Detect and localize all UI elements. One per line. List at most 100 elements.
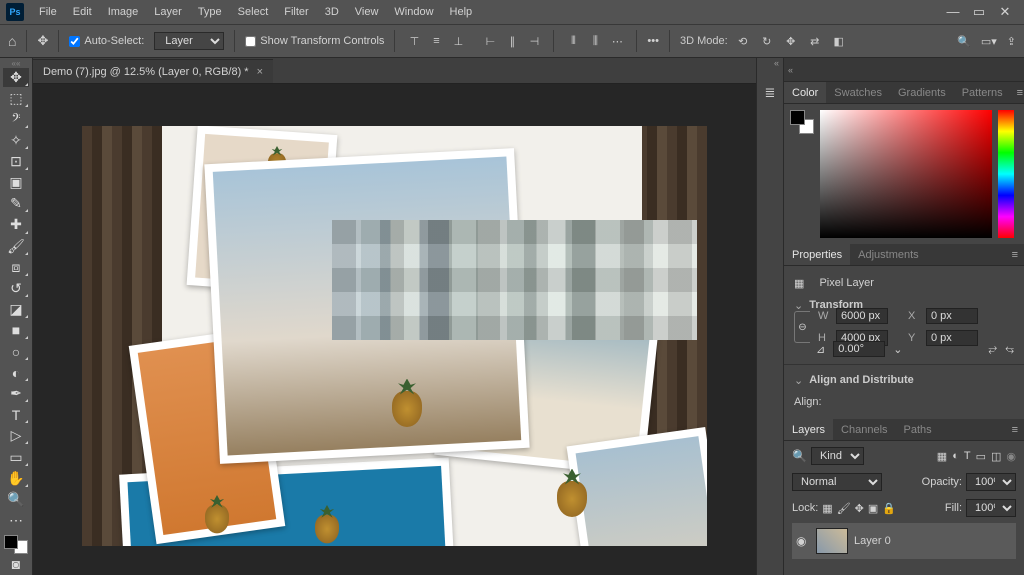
chevron-down-icon[interactable]: ⌄ <box>794 374 803 387</box>
stamp-tool[interactable]: ⧈ <box>3 258 29 277</box>
healing-tool[interactable]: ✚ <box>3 215 29 234</box>
lock-artboard-icon[interactable]: ▣ <box>868 502 878 515</box>
align-left-icon[interactable]: ⊢ <box>481 32 499 50</box>
workspace-icon[interactable]: ▭▾ <box>981 35 997 48</box>
canvas-area[interactable] <box>33 84 756 575</box>
align-top-icon[interactable]: ⊤ <box>405 32 423 50</box>
y-input[interactable] <box>926 330 978 346</box>
maximize-icon[interactable]: ▭ <box>972 4 986 20</box>
panel-menu-icon[interactable]: ≡ <box>1011 87 1024 99</box>
angle-dropdown-icon[interactable]: ⌄ <box>893 343 902 356</box>
align-vmid-icon[interactable]: ≡ <box>427 32 445 50</box>
shape-tool[interactable]: ▭ <box>3 447 29 466</box>
edit-toolbar-icon[interactable]: ⋯ <box>3 511 29 530</box>
search-icon[interactable]: 🔍 <box>957 35 971 48</box>
frame-tool[interactable]: ▣ <box>3 173 29 192</box>
tab-channels[interactable]: Channels <box>833 419 895 440</box>
auto-select-target[interactable]: Layer <box>154 32 224 50</box>
opacity-input[interactable]: 100% <box>966 473 1016 491</box>
menu-select[interactable]: Select <box>231 4 276 20</box>
dodge-tool[interactable]: ◐ <box>3 363 29 382</box>
collapse-icon[interactable]: « <box>757 58 783 76</box>
show-transform-checkbox[interactable] <box>245 36 256 47</box>
angle-input[interactable] <box>833 341 885 357</box>
menu-image[interactable]: Image <box>101 4 146 20</box>
panel-menu-icon[interactable]: ≡ <box>1006 424 1024 436</box>
blend-mode-select[interactable]: Normal <box>792 473 882 491</box>
zoom-tool[interactable]: 🔍 <box>3 490 29 509</box>
filter-pixel-icon[interactable]: ▦ <box>937 450 947 463</box>
path-select-tool[interactable]: ▷ <box>3 426 29 445</box>
visibility-icon[interactable]: ◉ <box>796 534 810 548</box>
menu-window[interactable]: Window <box>387 4 440 20</box>
align-right-icon[interactable]: ⊣ <box>525 32 543 50</box>
tab-paths[interactable]: Paths <box>896 419 940 440</box>
dist-top-icon[interactable]: ⫴ <box>564 32 582 50</box>
home-icon[interactable]: ⌂ <box>8 33 16 49</box>
document-tab[interactable]: Demo (7).jpg @ 12.5% (Layer 0, RGB/8) * … <box>33 59 273 83</box>
filter-adjust-icon[interactable]: ◐ <box>952 450 959 463</box>
tab-layers[interactable]: Layers <box>784 419 833 440</box>
menu-file[interactable]: File <box>32 4 64 20</box>
history-brush-tool[interactable]: ↺ <box>3 279 29 298</box>
align-bottom-icon[interactable]: ⊥ <box>449 32 467 50</box>
fill-input[interactable]: 100% <box>966 499 1016 517</box>
menu-edit[interactable]: Edit <box>66 4 99 20</box>
menu-view[interactable]: View <box>348 4 386 20</box>
layer-filter-select[interactable]: Kind <box>811 447 864 465</box>
brush-tool[interactable]: 🖌 <box>3 237 29 256</box>
flip-v-icon[interactable]: ⥃ <box>1005 343 1014 356</box>
menu-type[interactable]: Type <box>191 4 229 20</box>
lock-all-icon[interactable]: 🔒 <box>882 502 896 515</box>
tab-gradients[interactable]: Gradients <box>890 82 954 103</box>
panel-collapse-icon[interactable]: « <box>784 65 797 75</box>
lock-pos-icon[interactable]: ✥ <box>855 502 864 515</box>
marquee-tool[interactable]: ⬚ <box>3 89 29 108</box>
lock-pixels-icon[interactable]: ▦ <box>822 502 832 515</box>
search-icon[interactable]: 🔍 <box>792 449 807 463</box>
tab-color[interactable]: Color <box>784 82 826 103</box>
tools-handle-icon[interactable]: «« <box>6 62 26 67</box>
menu-layer[interactable]: Layer <box>147 4 189 20</box>
menu-3d[interactable]: 3D <box>318 4 346 20</box>
panel-menu-icon[interactable]: ≡ <box>1006 249 1024 261</box>
lasso-tool[interactable]: 𝄢 <box>3 110 29 129</box>
hue-slider[interactable] <box>998 110 1014 238</box>
layer-thumbnail[interactable] <box>816 528 848 554</box>
lock-paint-icon[interactable]: 🖌 <box>837 502 851 515</box>
align-hmid-icon[interactable]: ∥ <box>503 32 521 50</box>
tab-patterns[interactable]: Patterns <box>954 82 1011 103</box>
type-tool[interactable]: T <box>3 405 29 424</box>
dist-bot-icon[interactable]: ⋯ <box>608 32 626 50</box>
more-align-icon[interactable]: ••• <box>647 35 659 47</box>
crop-tool[interactable]: ⊡ <box>3 152 29 171</box>
gradient-tool[interactable]: ■ <box>3 321 29 340</box>
minimize-icon[interactable]: — <box>946 4 960 20</box>
link-wh-icon[interactable]: ⊖ <box>794 311 810 343</box>
wand-tool[interactable]: ✧ <box>3 131 29 150</box>
show-transform-toggle[interactable]: Show Transform Controls <box>245 35 384 47</box>
history-panel-icon[interactable]: ≣ <box>759 82 781 104</box>
x-input[interactable] <box>926 308 978 324</box>
layer-row[interactable]: ◉ Layer 0 <box>792 523 1016 559</box>
hand-tool[interactable]: ✋ <box>3 469 29 488</box>
filter-shape-icon[interactable]: ▭ <box>976 450 986 463</box>
eyedropper-tool[interactable]: ✎ <box>3 194 29 213</box>
color-swatches[interactable] <box>4 535 28 554</box>
tab-adjustments[interactable]: Adjustments <box>850 244 927 265</box>
dist-mid-icon[interactable]: ⫼ <box>586 32 604 50</box>
menu-filter[interactable]: Filter <box>277 4 315 20</box>
chevron-down-icon[interactable]: ⌄ <box>794 299 803 312</box>
color-field[interactable] <box>820 110 992 238</box>
share-icon[interactable]: ⇪ <box>1007 35 1016 48</box>
filter-toggle-icon[interactable]: ◉ <box>1006 450 1016 463</box>
eraser-tool[interactable]: ◪ <box>3 300 29 319</box>
filter-type-icon[interactable]: T <box>964 450 971 463</box>
close-icon[interactable]: ✕ <box>998 4 1012 20</box>
canvas[interactable] <box>82 126 707 546</box>
filter-smart-icon[interactable]: ◫ <box>991 450 1001 463</box>
tab-properties[interactable]: Properties <box>784 244 850 265</box>
layer-name[interactable]: Layer 0 <box>854 535 891 547</box>
move-tool[interactable]: ✥ <box>3 68 29 87</box>
menu-help[interactable]: Help <box>443 4 480 20</box>
